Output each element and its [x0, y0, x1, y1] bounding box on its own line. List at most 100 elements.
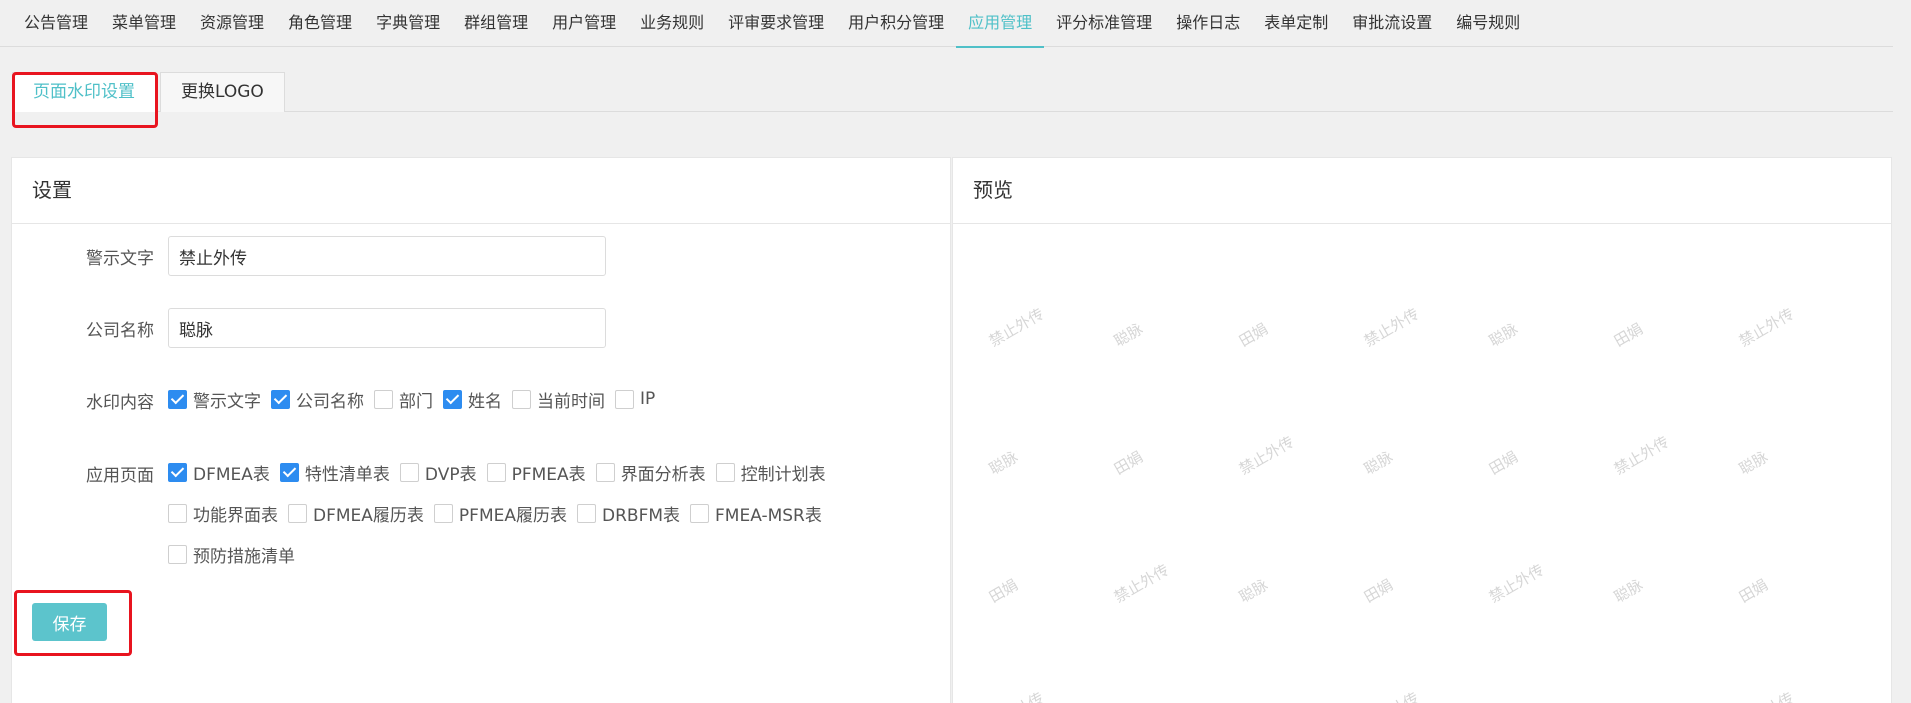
watermark-text: 田娟	[986, 575, 1021, 607]
checkbox-option[interactable]: DRBFM表	[577, 502, 681, 526]
nav-item[interactable]: 群组管理	[452, 0, 540, 47]
checkbox-option[interactable]: 姓名	[443, 388, 502, 412]
watermark-text: 禁止外传	[1486, 560, 1547, 607]
checkbox-option[interactable]: DFMEA履历表	[288, 502, 424, 526]
save-button[interactable]: 保存	[32, 603, 107, 641]
watermark-text: 聪脉	[1736, 447, 1771, 479]
nav-item[interactable]: 菜单管理	[100, 0, 188, 47]
nav-item[interactable]: 角色管理	[276, 0, 364, 47]
checkbox-empty-icon[interactable]	[399, 462, 419, 482]
nav-item[interactable]: 资源管理	[188, 0, 276, 47]
checkbox-label: IP	[640, 389, 656, 409]
nav-item[interactable]: 用户积分管理	[836, 0, 956, 47]
sub-tabs: 页面水印设置 更换LOGO	[12, 72, 1893, 112]
checkbox-empty-icon[interactable]	[433, 503, 453, 523]
checkbox-option[interactable]: 公司名称	[271, 388, 364, 412]
watermark-text: 聪脉	[1236, 575, 1271, 607]
checkbox-option[interactable]: 功能界面表	[168, 502, 278, 526]
preview-title: 预览	[953, 158, 1891, 224]
checkbox-empty-icon[interactable]	[577, 503, 596, 523]
checkbox-option[interactable]: PFMEA履历表	[433, 502, 567, 526]
nav-item[interactable]: 用户管理	[540, 0, 628, 47]
checkbox-option[interactable]: FMEA-MSR表	[690, 502, 822, 526]
checkbox-label: DFMEA表	[193, 464, 270, 485]
nav-item[interactable]: 表单定制	[1252, 0, 1340, 47]
checkbox-label: 预防措施清单	[193, 546, 295, 567]
checkbox-empty-icon[interactable]	[168, 503, 187, 523]
checkbox-label: DFMEA履历表	[313, 505, 424, 526]
watermark-text: 禁止外传	[1611, 432, 1672, 479]
watermark-text: 聪脉	[1486, 319, 1521, 351]
nav-item[interactable]: 业务规则	[628, 0, 716, 47]
checkbox-label: FMEA-MSR表	[715, 505, 822, 526]
settings-title: 设置	[12, 158, 950, 224]
checkbox-checked-icon[interactable]	[168, 389, 187, 409]
watermark-text: 田娟	[1611, 319, 1646, 351]
watermark-content-label: 水印内容	[86, 393, 154, 413]
checkbox-option[interactable]: 部门	[374, 388, 433, 412]
checkbox-option[interactable]: IP	[615, 388, 655, 410]
watermark-text: 禁止外传	[1361, 304, 1422, 351]
checkbox-label: DVP表	[424, 464, 477, 485]
checkbox-empty-icon[interactable]	[374, 389, 393, 409]
warning-text-row: 警示文字	[12, 236, 606, 276]
watermark-text: 聪脉	[1611, 575, 1646, 607]
checkbox-label: 当前时间	[537, 391, 605, 412]
checkbox-empty-icon[interactable]	[595, 462, 615, 482]
checkbox-option[interactable]: 控制计划表	[715, 461, 826, 485]
checkbox-option[interactable]: 当前时间	[512, 388, 605, 412]
checkbox-label: 公司名称	[296, 391, 364, 412]
apply-pages-label: 应用页面	[86, 466, 154, 486]
checkbox-empty-icon[interactable]	[288, 503, 307, 523]
checkbox-label: DRBFM表	[602, 505, 681, 526]
checkbox-checked-icon[interactable]	[168, 462, 187, 482]
watermark-text: 聪脉	[1111, 319, 1146, 351]
watermark-text: 禁止外传	[985, 687, 1047, 703]
nav-item[interactable]: 审批流设置	[1340, 0, 1444, 47]
apply-pages-options: DFMEA表 特性清单表 DVP表 PFMEA表 界面分析表 控制计划表功能界面表 DFME…	[168, 461, 868, 567]
checkbox-label: 界面分析表	[620, 464, 706, 485]
checkbox-label: 特性清单表	[304, 464, 390, 485]
company-name-input[interactable]	[168, 308, 606, 348]
nav-item[interactable]: 字典管理	[364, 0, 452, 47]
checkbox-option[interactable]: DFMEA表	[168, 461, 270, 485]
watermark-text: 禁止外传	[1111, 560, 1172, 607]
checkbox-empty-icon[interactable]	[486, 462, 506, 482]
checkbox-checked-icon[interactable]	[443, 389, 462, 409]
tab-page-watermark[interactable]: 页面水印设置	[12, 72, 156, 112]
watermark-text: 禁止外传	[1735, 687, 1797, 703]
checkbox-option[interactable]: 警示文字	[168, 388, 261, 412]
checkbox-empty-icon[interactable]	[512, 389, 531, 409]
watermark-content-options: 警示文字 公司名称 部门 姓名 当前时间 IP	[168, 388, 868, 412]
top-nav: 公告管理 菜单管理 资源管理 角色管理 字典管理 群组管理 用户管理 业务规则 评审要求管理 用户…	[0, 0, 1893, 48]
checkbox-empty-icon[interactable]	[615, 389, 634, 409]
nav-item[interactable]: 操作日志	[1164, 0, 1252, 47]
checkbox-label: 姓名	[468, 391, 502, 412]
checkbox-option[interactable]: 特性清单表	[279, 461, 390, 485]
watermark-text: 禁止外传	[1736, 304, 1797, 351]
nav-item[interactable]: 编号规则	[1444, 0, 1532, 47]
nav-item[interactable]: 应用管理	[956, 0, 1045, 48]
watermark-text: 禁止外传	[1236, 432, 1297, 479]
nav-item[interactable]: 评审要求管理	[716, 0, 836, 47]
checkbox-empty-icon[interactable]	[690, 503, 710, 523]
company-name-row: 公司名称	[12, 308, 606, 348]
watermark-text: 禁止外传	[1360, 687, 1422, 703]
checkbox-option[interactable]: PFMEA表	[486, 461, 586, 485]
checkbox-label: PFMEA表	[511, 464, 586, 485]
checkbox-empty-icon[interactable]	[168, 544, 187, 564]
watermark-text: 聪脉	[1361, 447, 1396, 479]
checkbox-empty-icon[interactable]	[715, 462, 735, 482]
tab-change-logo[interactable]: 更换LOGO	[160, 72, 285, 112]
checkbox-option[interactable]: DVP表	[399, 461, 477, 485]
checkbox-option[interactable]: 界面分析表	[595, 461, 706, 485]
warning-text-input[interactable]	[168, 236, 606, 276]
checkbox-option[interactable]: 预防措施清单	[168, 543, 295, 567]
watermark-text: 田娟	[1111, 447, 1146, 479]
nav-item[interactable]: 公告管理	[12, 0, 100, 47]
checkbox-label: 部门	[399, 391, 433, 412]
nav-item[interactable]: 评分标准管理	[1044, 0, 1164, 47]
watermark-text: 田娟	[1236, 319, 1271, 351]
checkbox-checked-icon[interactable]	[279, 462, 299, 482]
checkbox-checked-icon[interactable]	[271, 389, 290, 409]
